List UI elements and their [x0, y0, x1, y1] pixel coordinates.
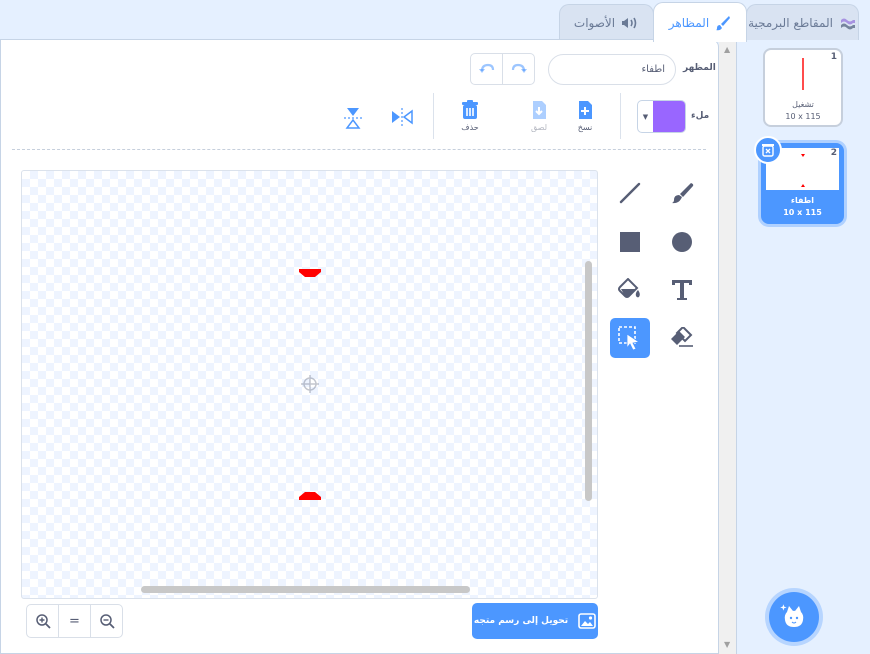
fill-color-swatch — [653, 101, 685, 132]
text-icon — [672, 280, 692, 300]
select-tool[interactable] — [610, 318, 650, 358]
delete-button[interactable]: حذف — [460, 100, 480, 132]
zoom-reset-button[interactable]: = — [58, 605, 90, 637]
eraser-tool[interactable] — [662, 319, 702, 359]
fill-color-picker[interactable]: ▼ — [637, 100, 686, 133]
flip-horizontal-icon — [392, 108, 413, 126]
flip-horizontal-button[interactable] — [391, 108, 413, 126]
tab-code-label: المقاطع البرمجية — [748, 15, 833, 30]
scroll-down-icon[interactable]: ▼ — [724, 640, 730, 649]
redo-icon — [511, 63, 527, 73]
paint-bucket-icon — [618, 278, 640, 298]
copy-label: نسخ — [577, 123, 593, 132]
zoom-out-icon — [99, 614, 115, 629]
paste-icon — [533, 101, 546, 119]
costume-thumbnail — [802, 58, 804, 90]
redo-button[interactable] — [502, 54, 534, 84]
lower-red-shape — [299, 492, 321, 500]
zoom-in-icon — [35, 614, 51, 629]
costume-name: تشغيل — [792, 100, 814, 109]
circle-tool[interactable] — [662, 222, 702, 262]
flip-vertical-button[interactable] — [344, 107, 362, 129]
fill-tool[interactable] — [610, 270, 650, 310]
costume-item[interactable]: 1 تشغيل 10 x 115 — [763, 48, 843, 127]
convert-to-vector-label: تحويل إلى رسم متجه — [473, 616, 569, 626]
copy-button[interactable]: نسخ — [576, 100, 594, 132]
canvas-vertical-scrollbar[interactable] — [585, 261, 592, 501]
flip-vertical-icon — [344, 108, 362, 129]
costume-name: اطفاء — [790, 196, 815, 205]
costume-name-label: المظهر — [683, 63, 716, 73]
upper-red-shape — [299, 269, 321, 277]
text-tool[interactable] — [662, 270, 702, 310]
convert-to-vector-button[interactable]: تحويل إلى رسم متجه — [472, 603, 598, 639]
rectangle-icon — [620, 232, 640, 252]
brush-icon — [716, 15, 731, 30]
costume-number: 2 — [830, 148, 837, 158]
undo-button[interactable] — [471, 54, 502, 84]
delete-label: حذف — [461, 123, 479, 132]
costume-size: 10 x 115 — [783, 208, 822, 217]
delete-costume-button[interactable] — [754, 136, 782, 164]
line-icon — [619, 182, 641, 204]
circle-icon — [672, 232, 692, 252]
trash-icon — [462, 100, 478, 119]
drawing-canvas[interactable] — [21, 170, 598, 599]
image-icon — [578, 613, 596, 629]
zoom-in-button[interactable] — [27, 605, 58, 637]
tab-code[interactable]: المقاطع البرمجية — [746, 4, 859, 40]
tab-sounds[interactable]: الأصوات — [559, 4, 654, 40]
brush-icon — [672, 183, 694, 204]
zoom-controls: = — [26, 604, 123, 638]
scroll-up-icon[interactable]: ▲ — [724, 45, 730, 54]
toolbar-divider — [620, 93, 621, 139]
crosshair-icon — [301, 375, 319, 393]
undo-icon — [478, 63, 494, 73]
toolbar-separator — [12, 149, 706, 150]
costume-name-input[interactable] — [548, 54, 676, 85]
code-icon — [840, 18, 855, 29]
tab-sounds-label: الأصوات — [573, 15, 616, 30]
brush-tool[interactable] — [662, 173, 702, 213]
line-tool[interactable] — [610, 173, 650, 213]
paste-label: لصق — [530, 123, 548, 132]
toolbar-divider — [433, 93, 434, 139]
choose-costume-button[interactable] — [769, 592, 819, 642]
cat-icon — [780, 604, 804, 627]
canvas-horizontal-scrollbar[interactable] — [141, 586, 470, 593]
trash-icon — [762, 144, 774, 157]
costume-size: 10 x 115 — [785, 112, 821, 121]
paste-button[interactable]: لصق — [530, 100, 548, 132]
select-icon — [618, 326, 641, 351]
undo-redo-group — [470, 53, 535, 85]
sound-icon — [622, 17, 637, 28]
tab-costumes[interactable]: المظاهر — [653, 2, 747, 42]
rectangle-tool[interactable] — [610, 222, 650, 262]
canvas-artwork — [299, 269, 321, 500]
costume-number: 1 — [830, 52, 837, 62]
sidebar-border — [736, 40, 737, 654]
tab-costumes-label: المظاهر — [668, 15, 710, 30]
editor-scrollbar[interactable]: ▲ ▼ — [719, 40, 736, 654]
zoom-out-button[interactable] — [90, 605, 122, 637]
fill-label: ملء — [691, 111, 710, 121]
chevron-down-icon: ▼ — [642, 112, 649, 121]
eraser-icon — [671, 327, 693, 347]
copy-icon — [579, 101, 592, 119]
